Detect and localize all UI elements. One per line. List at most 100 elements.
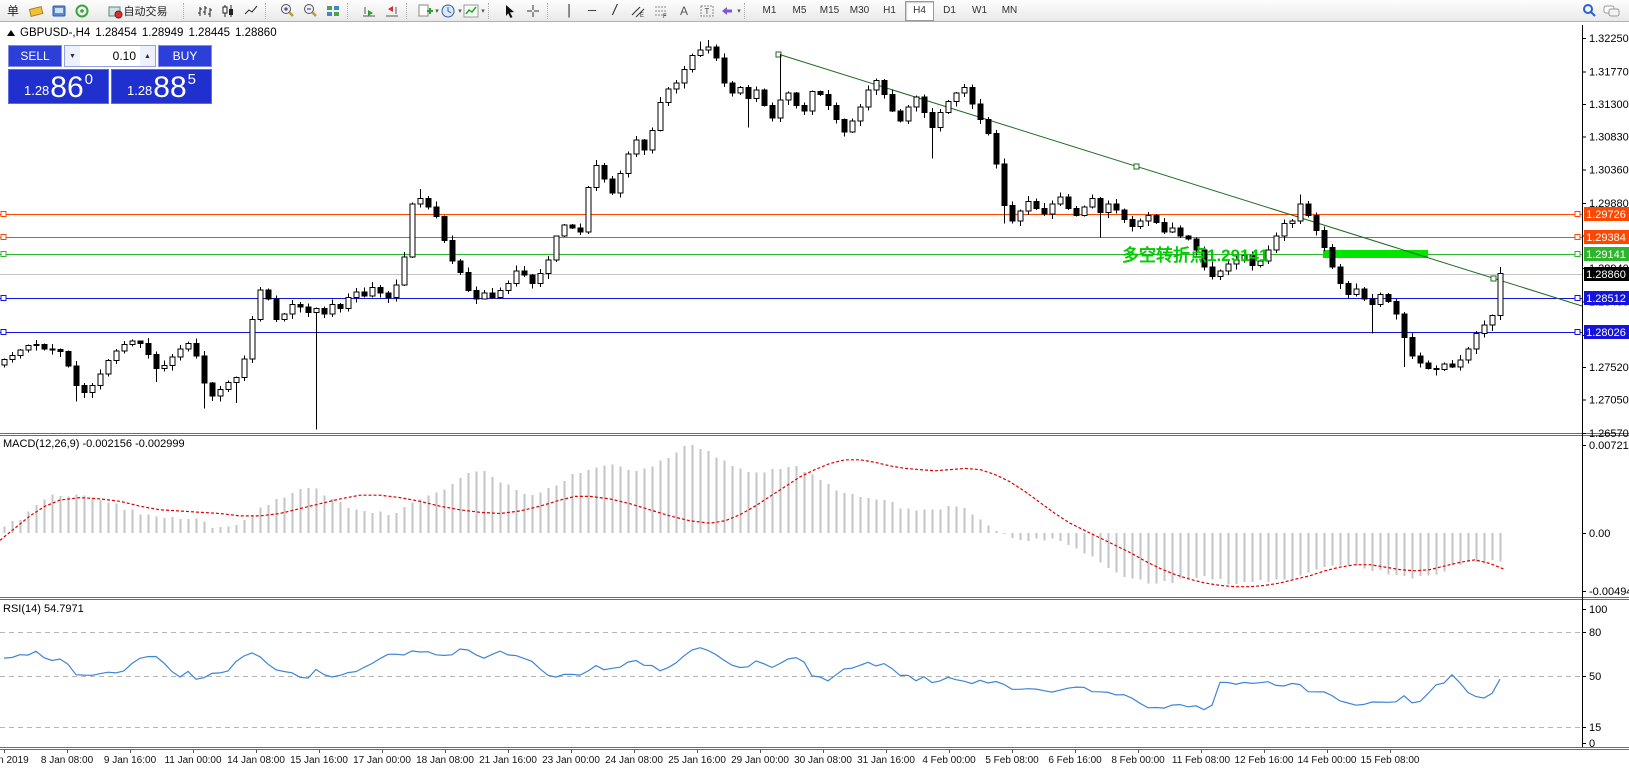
svg-text:8 Jan 08:00: 8 Jan 08:00 — [41, 755, 94, 766]
autotrading-label: 自动交易 — [124, 3, 168, 19]
autotrading-icon — [107, 3, 123, 19]
svg-text:E: E — [640, 13, 644, 19]
toolbar-separator — [183, 3, 191, 19]
indicators-button[interactable]: ▾ — [463, 1, 485, 21]
timeframe-h4[interactable]: H4 — [905, 1, 934, 21]
svg-text:1.27520: 1.27520 — [1589, 362, 1629, 374]
line-chart-mode-icon[interactable] — [240, 1, 262, 21]
svg-text:31 Jan 16:00: 31 Jan 16:00 — [857, 755, 915, 766]
svg-text:11 Feb 08:00: 11 Feb 08:00 — [1172, 755, 1231, 766]
svg-text:1.27050: 1.27050 — [1589, 395, 1629, 407]
svg-text:15: 15 — [1589, 722, 1601, 734]
arrows-tool-button[interactable]: ▾ — [719, 1, 741, 21]
svg-text:1.28026: 1.28026 — [1586, 327, 1626, 339]
svg-text:12 Feb 16:00: 12 Feb 16:00 — [1235, 755, 1294, 766]
rsi-label: RSI(14) 54.7971 — [3, 603, 84, 615]
text-label-tool-icon[interactable]: T — [696, 1, 718, 21]
order-menu-label[interactable]: 单 — [2, 1, 24, 21]
svg-text:30 Jan 08:00: 30 Jan 08:00 — [794, 755, 852, 766]
svg-text:1.30360: 1.30360 — [1589, 164, 1629, 176]
chart-shift-icon[interactable] — [381, 1, 403, 21]
metaeditor-icon[interactable] — [48, 1, 70, 21]
svg-text:-0.004943: -0.004943 — [1589, 586, 1629, 598]
svg-text:100: 100 — [1589, 604, 1607, 616]
cursor-tool-icon[interactable] — [499, 1, 521, 21]
svg-text:1.26570: 1.26570 — [1589, 428, 1629, 440]
trendline[interactable] — [776, 52, 1582, 306]
horizontal-line-tool-icon[interactable]: — — [581, 1, 603, 21]
zoom-out-icon[interactable] — [299, 1, 321, 21]
svg-text:29 Jan 00:00: 29 Jan 00:00 — [731, 755, 789, 766]
toolbar-separator — [347, 3, 355, 19]
level-highlight-bar — [1323, 250, 1428, 258]
svg-text:1.31770: 1.31770 — [1589, 66, 1629, 78]
text-tool-icon[interactable]: A — [673, 1, 695, 21]
timeframe-h1[interactable]: H1 — [875, 1, 904, 21]
svg-text:80: 80 — [1589, 627, 1601, 639]
tile-windows-icon[interactable] — [322, 1, 344, 21]
annotation-text[interactable]: 多空转折点1.29141 — [1122, 245, 1268, 265]
svg-text:6 Feb 16:00: 6 Feb 16:00 — [1048, 755, 1102, 766]
svg-text:0.007216: 0.007216 — [1589, 440, 1629, 452]
channel-tool-icon[interactable]: E — [627, 1, 649, 21]
new-order-icon[interactable] — [25, 1, 47, 21]
time-axis: 7 Jan 20198 Jan 08:009 Jan 16:0011 Jan 0… — [0, 750, 1420, 766]
vertical-line-tool-icon[interactable]: | — [558, 1, 580, 21]
svg-text:50: 50 — [1589, 671, 1601, 683]
fibonacci-tool-icon[interactable]: F — [650, 1, 672, 21]
svg-text:5 Feb 08:00: 5 Feb 08:00 — [985, 755, 1039, 766]
timeframe-m15[interactable]: M15 — [815, 1, 844, 21]
svg-text:14 Feb 00:00: 14 Feb 00:00 — [1298, 755, 1357, 766]
signals-icon[interactable] — [71, 1, 93, 21]
main-toolbar: 单 自动交易 ▾ ▾ ▾ | — / E F — [0, 0, 1629, 22]
svg-text:21 Jan 16:00: 21 Jan 16:00 — [479, 755, 537, 766]
toolbar-separator — [488, 3, 496, 19]
svg-text:4 Feb 00:00: 4 Feb 00:00 — [922, 755, 976, 766]
autotrading-button[interactable]: 自动交易 — [94, 1, 180, 21]
timeframe-d1[interactable]: D1 — [935, 1, 964, 21]
candlestick-series — [2, 40, 1503, 429]
horizontal-level-lines[interactable] — [0, 212, 1582, 335]
svg-text:1.28860: 1.28860 — [1586, 269, 1626, 281]
chat-icon[interactable] — [1601, 1, 1623, 21]
svg-text:T: T — [705, 7, 710, 16]
auto-scroll-icon[interactable] — [358, 1, 380, 21]
timeframe-m5[interactable]: M5 — [785, 1, 814, 21]
svg-text:11 Jan 00:00: 11 Jan 00:00 — [164, 755, 222, 766]
svg-text:1.32250: 1.32250 — [1589, 33, 1629, 45]
svg-text:F: F — [663, 14, 667, 19]
svg-text:1.29141: 1.29141 — [1586, 249, 1626, 261]
candlestick-mode-icon[interactable] — [217, 1, 239, 21]
svg-text:1.31300: 1.31300 — [1589, 99, 1629, 111]
macd-label: MACD(12,26,9) -0.002156 -0.002999 — [3, 438, 185, 450]
svg-text:9 Jan 16:00: 9 Jan 16:00 — [104, 755, 157, 766]
trendline-tool-icon[interactable]: / — [604, 1, 626, 21]
toolbar-separator — [547, 3, 555, 19]
svg-text:18 Jan 08:00: 18 Jan 08:00 — [416, 755, 474, 766]
timeframe-mn[interactable]: MN — [995, 1, 1024, 21]
svg-text:8 Feb 00:00: 8 Feb 00:00 — [1111, 755, 1165, 766]
crosshair-tool-icon[interactable] — [522, 1, 544, 21]
price-chart[interactable]: 多空转折点1.291411.322501.317701.313001.30830… — [0, 22, 1629, 770]
price-tags: 1.297261.293841.291411.285121.280261.288… — [1584, 207, 1629, 339]
zoom-in-icon[interactable] — [276, 1, 298, 21]
toolbar-separator — [406, 3, 414, 19]
timeframe-w1[interactable]: W1 — [965, 1, 994, 21]
search-icon[interactable] — [1578, 1, 1600, 21]
bar-chart-mode-icon[interactable] — [194, 1, 216, 21]
toolbar-separator — [744, 3, 752, 19]
timeframe-m1[interactable]: M1 — [755, 1, 784, 21]
svg-text:0.00: 0.00 — [1589, 528, 1610, 540]
timeframe-m30[interactable]: M30 — [845, 1, 874, 21]
svg-text:23 Jan 00:00: 23 Jan 00:00 — [542, 755, 600, 766]
periods-button[interactable]: ▾ — [440, 1, 462, 21]
toolbar-separator — [265, 3, 273, 19]
svg-text:15 Feb 08:00: 15 Feb 08:00 — [1361, 755, 1420, 766]
svg-text:24 Jan 08:00: 24 Jan 08:00 — [605, 755, 663, 766]
svg-text:1.28512: 1.28512 — [1586, 293, 1626, 305]
rsi-panel: RSI(14) 54.7971 100 80 50 15 0 — [0, 603, 1607, 750]
svg-text:25 Jan 16:00: 25 Jan 16:00 — [668, 755, 726, 766]
svg-text:0: 0 — [1589, 738, 1595, 750]
new-chart-button[interactable]: ▾ — [417, 1, 439, 21]
macd-panel: MACD(12,26,9) -0.002156 -0.002999 0.00721… — [0, 438, 1629, 598]
